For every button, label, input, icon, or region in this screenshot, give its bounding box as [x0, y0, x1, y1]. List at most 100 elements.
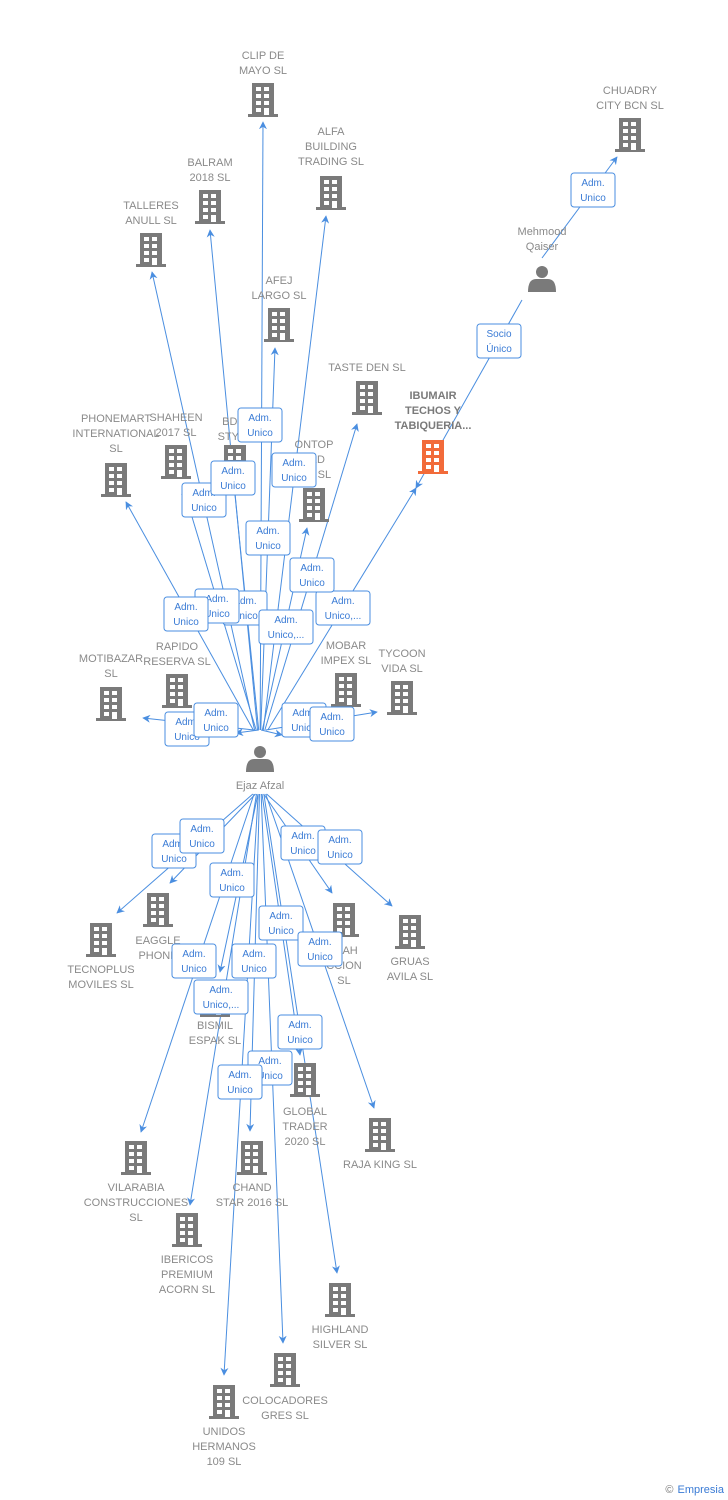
building-icon	[209, 1385, 239, 1419]
node-label: ACORN SL	[159, 1284, 215, 1296]
relation-label-eaggle[interactable]: Adm. Unico	[179, 818, 225, 854]
relation-label-ontop[interactable]: Adm. Unico	[289, 557, 335, 593]
company-node-highland[interactable]: HIGHLAND SILVER SL	[312, 1283, 369, 1351]
footer-brand[interactable]: © Empresia	[665, 1484, 724, 1496]
network-graph: Ejaz Afzal Mehmood Qaiser CHUADRY CITY BCN S…	[67, 50, 664, 1468]
company-node-vilarabia[interactable]: VILARABIA CONSTRUCCIONES SL	[84, 1141, 189, 1224]
person-node-mehmood[interactable]: Mehmood Qaiser	[518, 226, 567, 292]
relation-label-taste[interactable]: Adm. Unico,...	[258, 609, 314, 645]
company-node-tycoon[interactable]: TYCOON VIDA SL	[378, 648, 426, 715]
company-node-ibumair[interactable]: IBUMAIR TECHOS Y TABIQUERIA...	[395, 390, 472, 474]
person-node-ejaz[interactable]: Ejaz Afzal	[236, 746, 284, 792]
relation-label-text: Adm.	[182, 949, 205, 960]
company-node-chand[interactable]: CHAND STAR 2016 SL	[216, 1141, 289, 1209]
relation-label-text: Unico	[161, 854, 187, 865]
company-node-motibazar[interactable]: MOTIBAZAR SL	[79, 653, 143, 721]
node-label: RAJA KING SL	[343, 1159, 417, 1171]
building-icon	[395, 915, 425, 949]
node-label: 109 SL	[207, 1456, 242, 1468]
building-icon	[365, 1118, 395, 1152]
relation-label-text: Adm.	[331, 596, 354, 607]
building-icon	[248, 83, 278, 117]
relation-label-text: Adm.	[204, 708, 227, 719]
building-icon	[195, 190, 225, 224]
relation-label-alfa[interactable]: Adm. Unico	[271, 452, 317, 488]
relation-label-chuadry[interactable]: Adm. Unico	[570, 172, 616, 208]
building-icon	[101, 463, 131, 497]
company-node-clip[interactable]: CLIP DE MAYO SL	[239, 50, 287, 117]
relation-label-text: Adm.	[220, 868, 243, 879]
relation-label-afej[interactable]: Adm. Unico	[245, 520, 291, 556]
relation-label-gruas[interactable]: Adm. Unico	[317, 829, 363, 865]
node-label: INTERNATIONAL	[72, 428, 159, 440]
relation-label-rapido[interactable]: Adm. Unico	[193, 702, 239, 738]
node-label: IMPEX SL	[321, 655, 372, 667]
relation-label-unidos[interactable]: Adm. Unico	[217, 1064, 263, 1100]
node-label: GRUAS	[390, 956, 429, 968]
company-node-mobar[interactable]: MOBAR IMPEX SL	[321, 640, 372, 707]
node-label: IBERICOS	[161, 1254, 214, 1266]
company-node-colocadores[interactable]: COLOCADORES GRES SL	[242, 1353, 328, 1422]
company-node-balram[interactable]: BALRAM 2018 SL	[187, 157, 233, 224]
relation-label-ibericos[interactable]: Adm. Unico,...	[193, 979, 249, 1015]
company-node-alfa[interactable]: ALFA BUILDING TRADING SL	[298, 126, 364, 210]
company-node-tecnoplus[interactable]: TECNOPLUS MOVILES SL	[67, 923, 135, 991]
node-label: CITY BCN SL	[596, 100, 664, 112]
node-label: 2018 SL	[190, 172, 231, 184]
company-node-shaheen[interactable]: SHAHEEN 2017 SL	[149, 412, 203, 479]
company-node-afej[interactable]: AFEJ LARGO SL	[251, 275, 307, 342]
building-icon	[352, 381, 382, 415]
relation-label-text: Unico	[227, 1085, 253, 1096]
node-label: CHUADRY	[603, 85, 658, 97]
relation-label-ibumair[interactable]: Socio Único	[476, 323, 522, 359]
company-node-gruas[interactable]: GRUAS AVILA SL	[387, 915, 433, 983]
relation-label-text: Adm.	[205, 594, 228, 605]
relation-label-text: Unico	[247, 428, 273, 439]
relation-label-text: Unico	[181, 964, 207, 975]
node-label: ESPAK SL	[189, 1035, 241, 1047]
company-node-chuadry[interactable]: CHUADRY CITY BCN SL	[596, 85, 664, 152]
node-label: COLOCADORES	[242, 1395, 328, 1407]
relation-label-text: Unico	[220, 481, 246, 492]
company-node-phonemart[interactable]: PHONEMART INTERNATIONAL SL	[72, 413, 160, 497]
node-label: Ejaz Afzal	[236, 780, 284, 792]
relation-label-text: Adm.	[581, 178, 604, 189]
node-label: BISMIL	[197, 1020, 233, 1032]
building-icon	[161, 445, 191, 479]
relation-label-bismil[interactable]: Adm. Unico	[171, 943, 217, 979]
relation-label-chand[interactable]: Adm. Unico	[231, 943, 277, 979]
company-node-talleres[interactable]: TALLERES ANULL SL	[123, 200, 179, 267]
relation-label-text: Único	[486, 342, 512, 355]
relation-label-phonemart[interactable]: Adm. Unico	[163, 596, 209, 632]
node-label: ALFA	[318, 126, 346, 138]
relation-label-text: Adm.	[308, 937, 331, 948]
company-node-taste[interactable]: TASTE DEN SL	[328, 362, 406, 415]
relation-label-text: Unico	[290, 846, 316, 857]
relation-label-clip[interactable]: Adm. Unico	[237, 407, 283, 443]
building-icon	[143, 893, 173, 927]
brand-name: Empresia	[677, 1484, 724, 1496]
company-node-ibericos[interactable]: IBERICOS PREMIUM ACORN SL	[159, 1213, 215, 1296]
building-icon	[237, 1141, 267, 1175]
relation-label-vilarabia[interactable]: Adm. Unico	[209, 862, 255, 898]
relation-label-global[interactable]: Adm. Unico	[258, 905, 304, 941]
relation-label-text: Adm.	[248, 413, 271, 424]
company-node-rapido[interactable]: RAPIDO RESERVA SL	[143, 641, 211, 708]
relation-label-bd[interactable]: Adm. Unico	[210, 460, 256, 496]
relation-label-text: Unico	[268, 926, 294, 937]
relation-label-ibumair[interactable]: Adm. Unico,...	[315, 590, 371, 626]
node-label: SILVER SL	[313, 1339, 368, 1351]
relation-label-text: Unico	[327, 850, 353, 861]
node-label: PREMIUM	[161, 1269, 213, 1281]
node-label: BUILDING	[305, 141, 357, 153]
node-label: TRADING SL	[298, 156, 364, 168]
relation-label-tycoon[interactable]: Adm. Unico	[309, 706, 355, 742]
company-node-raja[interactable]: RAJA KING SL	[343, 1118, 417, 1171]
node-label: MOTIBAZAR	[79, 653, 143, 665]
node-label: UNIDOS	[203, 1426, 246, 1438]
node-label: ONTOP	[295, 439, 334, 451]
relation-label-raja[interactable]: Adm. Unico	[297, 931, 343, 967]
relation-label-text: Adm.	[209, 985, 232, 996]
relation-label-highland[interactable]: Adm. Unico	[277, 1014, 323, 1050]
relation-label-text: Unico,...	[325, 611, 362, 622]
